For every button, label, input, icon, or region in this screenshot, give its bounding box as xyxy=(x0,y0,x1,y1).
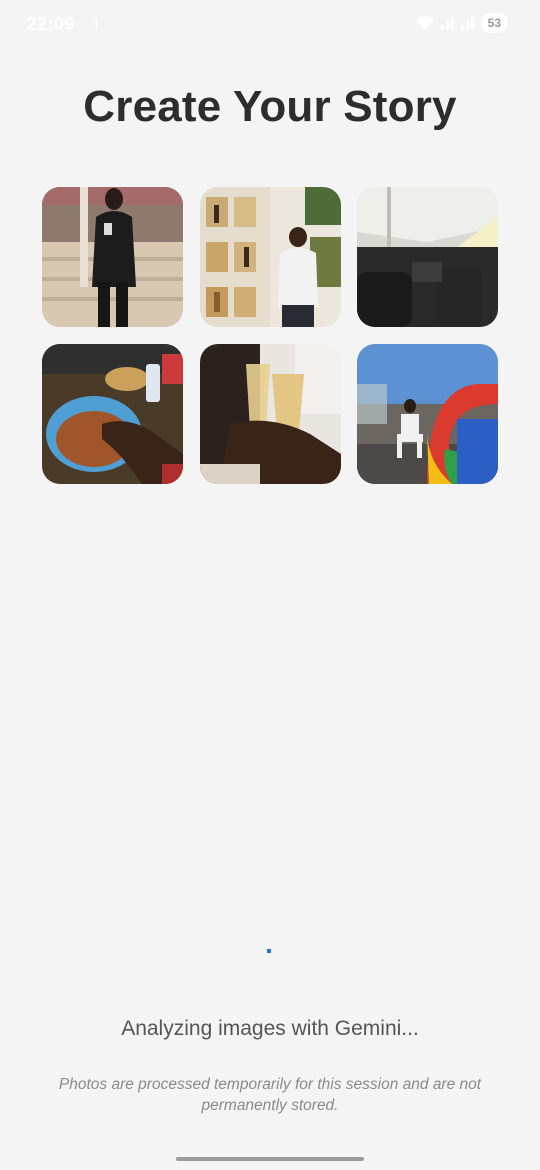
photo-thumbnail[interactable] xyxy=(42,344,183,484)
status-icons: 53 xyxy=(415,13,508,33)
signal-icon xyxy=(440,16,455,30)
status-time: 22:09 xyxy=(27,14,75,34)
page-title: Create Your Story xyxy=(83,82,457,131)
privacy-disclaimer: Photos are processed temporarily for thi… xyxy=(58,1076,482,1114)
photo-grid xyxy=(42,187,498,485)
photo-thumbnail[interactable] xyxy=(357,344,498,484)
wifi-icon xyxy=(415,15,435,31)
loading-spinner xyxy=(267,949,271,953)
battery-icon: 53 xyxy=(480,13,508,33)
photo-thumbnail[interactable] xyxy=(357,187,498,327)
signal-icon xyxy=(460,16,475,30)
analysis-status-message: Analyzing images with Gemini... xyxy=(121,1017,419,1040)
home-indicator[interactable] xyxy=(176,1157,364,1161)
status-bar: 22:09 ꟻ 53 xyxy=(0,0,540,50)
photo-thumbnail[interactable] xyxy=(200,187,341,327)
photo-thumbnail[interactable] xyxy=(200,344,341,484)
photo-thumbnail[interactable] xyxy=(42,187,183,327)
notification-icon: ꟻ xyxy=(92,19,99,31)
